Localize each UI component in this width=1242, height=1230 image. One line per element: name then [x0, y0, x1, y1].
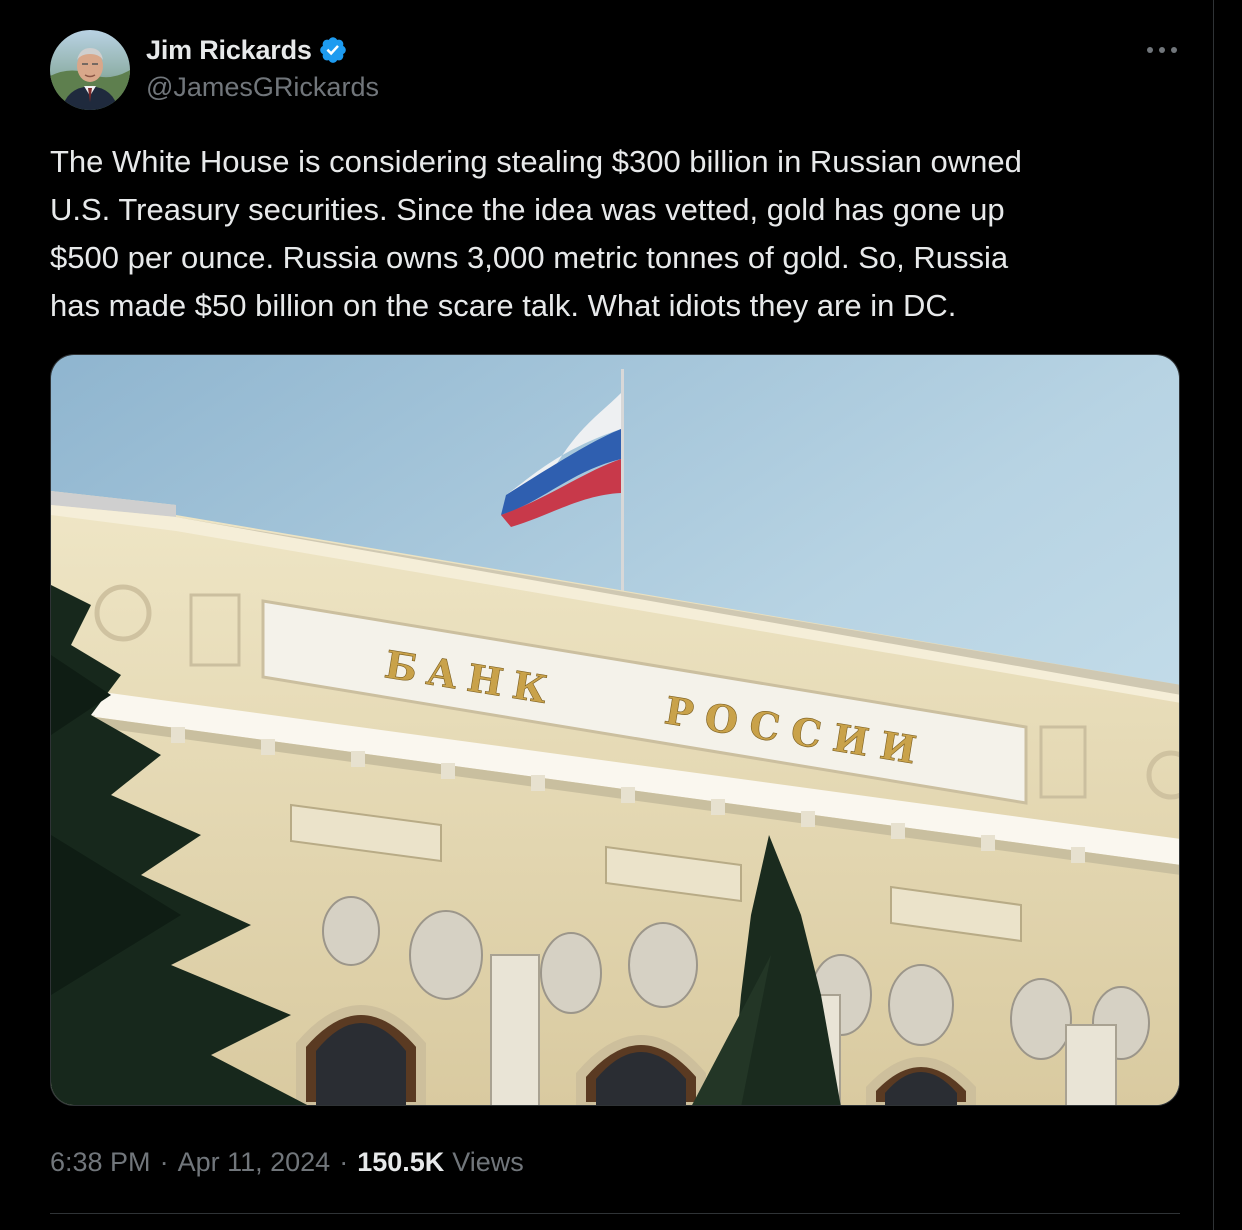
meta-separator: · — [339, 1146, 349, 1177]
author-display-name: Jim Rickards — [146, 34, 312, 65]
tweet: Jim Rickards @JamesGRickards The White H… — [0, 0, 1213, 1230]
author-name-link[interactable]: Jim Rickards — [146, 32, 348, 68]
tweet-media-photo[interactable]: БАНК РОССИИ — [50, 354, 1180, 1106]
tweet-date[interactable]: Apr 11, 2024 — [178, 1147, 331, 1178]
avatar-photo — [50, 30, 130, 110]
meta-separator: · — [159, 1146, 169, 1177]
flagpole — [621, 369, 624, 609]
tweet-meta: 6:38 PM · Apr 11, 2024 · 150.5K Views — [50, 1142, 524, 1182]
bank-of-russia-photo: БАНК РОССИИ — [51, 355, 1179, 1105]
tweet-time[interactable]: 6:38 PM — [50, 1147, 151, 1178]
author-handle[interactable]: @JamesGRickards — [146, 72, 379, 103]
verified-badge-icon[interactable] — [318, 35, 348, 65]
tweet-text: The White House is considering stealing … — [50, 144, 1022, 323]
more-options-icon — [1147, 47, 1177, 53]
timeline-column-border — [1213, 0, 1214, 1230]
divider — [50, 1213, 1180, 1214]
views-label: Views — [452, 1146, 524, 1177]
author-avatar[interactable] — [50, 30, 130, 110]
more-options-button[interactable] — [1138, 30, 1186, 70]
views-count: 150.5K — [357, 1146, 445, 1177]
